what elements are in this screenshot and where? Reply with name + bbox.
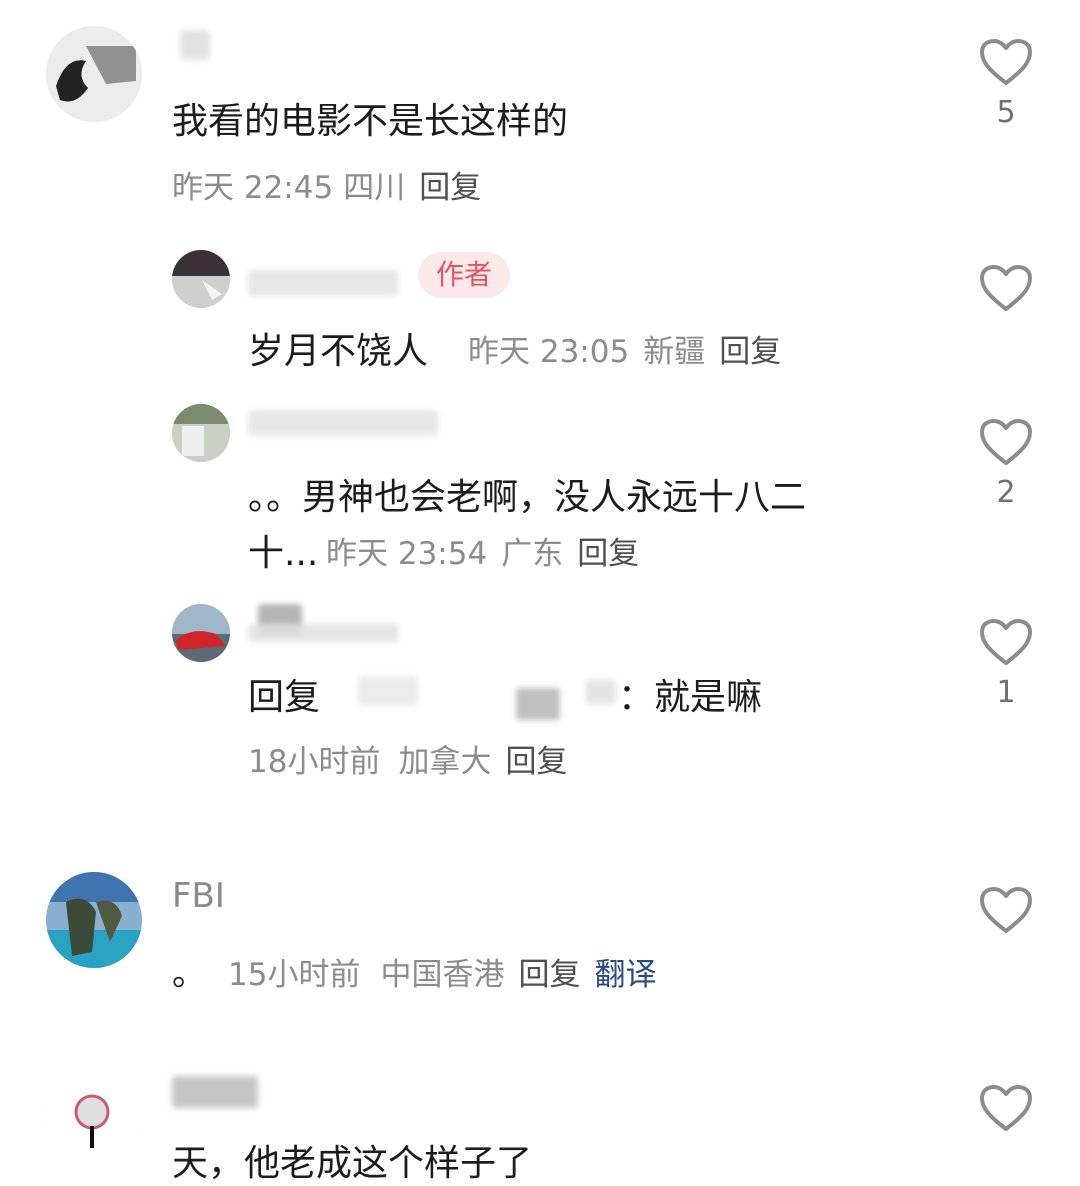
avatar[interactable] — [46, 1070, 142, 1166]
comment-time: 昨天 22:45 — [172, 170, 334, 206]
heart-icon — [980, 265, 1032, 311]
avatar[interactable] — [46, 26, 142, 122]
comment-meta: 昨天 23:54 广东 回复 — [326, 528, 639, 573]
avatar-image — [46, 872, 142, 968]
avatar[interactable] — [172, 404, 230, 462]
avatar-image — [172, 604, 230, 662]
author-badge: 作者 — [418, 252, 511, 298]
reply-button[interactable]: 回复 — [719, 334, 781, 370]
heart-icon — [980, 1085, 1032, 1131]
reply-button[interactable]: 回复 — [505, 744, 567, 780]
commenter-name-redacted — [248, 410, 438, 436]
avatar-image — [46, 1070, 142, 1166]
avatar[interactable] — [172, 250, 230, 308]
commenter-name-redacted — [172, 1076, 258, 1108]
avatar-image — [172, 250, 230, 308]
commenter-name-redacted — [248, 624, 398, 642]
like-button[interactable] — [978, 264, 1034, 312]
comment-text: ：就是嘛 — [618, 677, 763, 718]
avatar-image — [46, 26, 142, 122]
comment-text: 岁月不饶人 — [248, 331, 429, 372]
like-button[interactable] — [978, 1084, 1034, 1132]
commenter-name-redacted — [248, 270, 398, 296]
comment-time: 18小时前 — [248, 744, 381, 780]
like-count: 2 — [996, 475, 1016, 510]
comment-location: 广东 — [501, 536, 564, 572]
comment-text-line2: 十... — [248, 533, 319, 574]
heart-icon — [980, 619, 1032, 665]
comment-location: 中国香港 — [380, 957, 505, 993]
like-button[interactable]: 1 — [978, 618, 1034, 708]
reply-button[interactable]: 回复 — [518, 957, 580, 993]
reply-prefix: 回复 — [248, 677, 321, 718]
comment-location: 加拿大 — [398, 744, 492, 780]
avatar-image — [172, 404, 230, 462]
heart-icon — [980, 419, 1032, 465]
comment-time: 昨天 23:54 — [326, 536, 488, 572]
avatar[interactable] — [172, 604, 230, 662]
comment-text: 。 — [172, 954, 206, 994]
comment-time: 昨天 23:05 — [468, 334, 630, 370]
like-button[interactable]: 5 — [978, 38, 1034, 128]
commenter-name-redacted — [180, 30, 210, 60]
reply-target-redacted — [516, 688, 560, 720]
reply-target-redacted — [586, 680, 616, 704]
comment-location: 新疆 — [643, 334, 706, 370]
comment-meta: 昨天 23:05 新疆 回复 — [468, 326, 781, 371]
avatar[interactable] — [46, 872, 142, 968]
comment-meta: 。 15小时前 中国香港 回复 翻译 — [172, 946, 656, 995]
comment-meta: 18小时前 加拿大 回复 — [248, 736, 567, 781]
reply-button[interactable]: 回复 — [577, 536, 639, 572]
translate-button[interactable]: 翻译 — [594, 957, 656, 993]
reply-target-redacted — [358, 676, 418, 706]
heart-icon — [980, 39, 1032, 85]
comment-meta: 昨天 22:45 四川 回复 — [172, 162, 481, 207]
comment-time: 15小时前 — [228, 957, 361, 993]
comment-location: 四川 — [343, 170, 406, 206]
commenter-name[interactable]: FBI — [172, 876, 225, 916]
comment-text: 我看的电影不是长这样的 — [172, 101, 569, 142]
like-count: 1 — [996, 675, 1016, 710]
reply-button[interactable]: 回复 — [419, 170, 481, 206]
heart-icon — [980, 887, 1032, 933]
comment-text: 天，他老成这个样子了 — [172, 1143, 533, 1184]
like-button[interactable]: 2 — [978, 418, 1034, 508]
comment-text-line1: 。。男神也会老啊，没人永远十八二 — [248, 477, 807, 518]
like-count: 5 — [996, 95, 1016, 130]
like-button[interactable] — [978, 886, 1034, 934]
